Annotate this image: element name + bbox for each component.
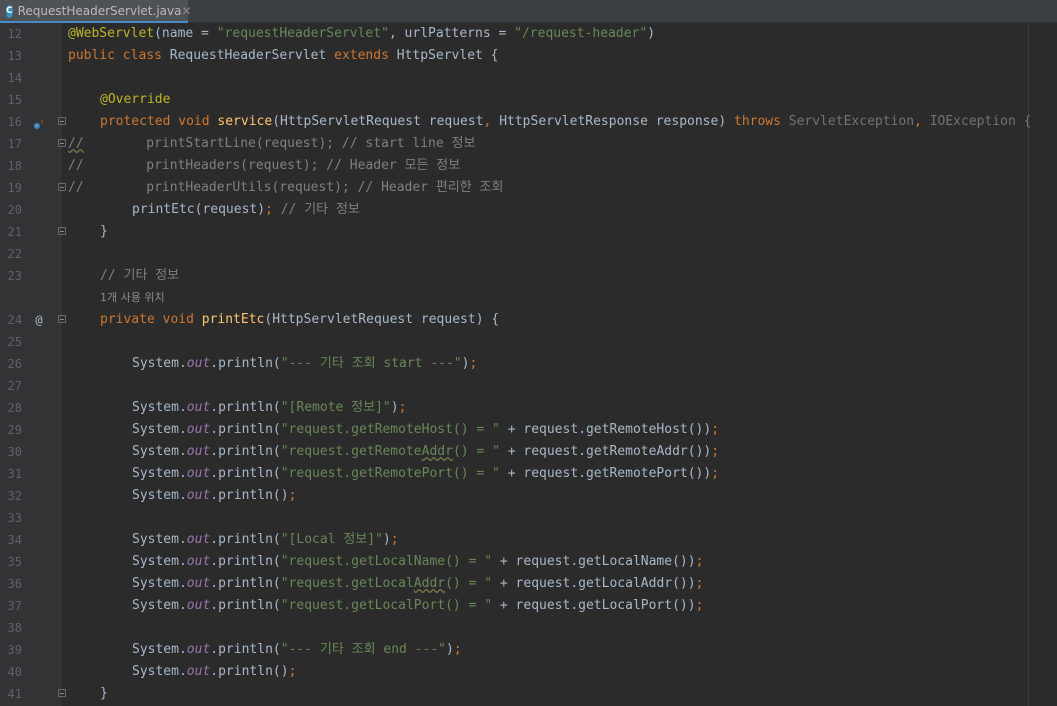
line-number: 15	[7, 93, 22, 107]
code-line[interactable]: 38	[0, 617, 1057, 639]
code-text: // printHeaderUtils(request); // Header …	[68, 180, 504, 195]
line-number: 12	[7, 27, 22, 41]
usages-inlay-hint[interactable]: 1개 사용 위치	[0, 287, 1057, 309]
editor-tab-request-header-servlet[interactable]: C RequestHeaderServlet.java ✕	[0, 0, 192, 23]
code-text: System.out.println("[Remote 정보]");	[132, 400, 407, 415]
code-line[interactable]: 18 // printHeaders(request); // Header 모…	[0, 155, 1057, 177]
line-number: 25	[7, 335, 22, 349]
code-line[interactable]: 39 System.out.println("--- 기타 조회 end ---…	[0, 639, 1057, 661]
line-number: 19	[7, 181, 22, 195]
code-text: printEtc(request); // 기타 정보	[132, 202, 360, 217]
code-text: // printHeaders(request); // Header 모든 정…	[68, 158, 461, 173]
code-line[interactable]: 41 }	[0, 683, 1057, 705]
code-text: System.out.println("request.getRemotePor…	[132, 466, 720, 481]
code-line[interactable]: 37 System.out.println("request.getLocalP…	[0, 595, 1057, 617]
line-number: 37	[7, 599, 22, 613]
code-line[interactable]: 17 // printStartLine(request); // start …	[0, 133, 1057, 155]
code-line[interactable]: 14	[0, 67, 1057, 89]
code-line[interactable]: 19 // printHeaderUtils(request); // Head…	[0, 177, 1057, 199]
line-number: 24	[7, 313, 22, 327]
line-number: 30	[7, 445, 22, 459]
code-text: protected void service(HttpServletReques…	[100, 114, 1032, 129]
code-line[interactable]: 31 System.out.println("request.getRemote…	[0, 463, 1057, 485]
code-text: System.out.println("request.getLocalPort…	[132, 598, 704, 613]
code-text: System.out.println();	[132, 488, 297, 503]
code-text: private void printEtc(HttpServletRequest…	[100, 312, 500, 327]
code-text: System.out.println("request.getRemoteAdd…	[132, 444, 720, 459]
code-line[interactable]: 40 System.out.println();	[0, 661, 1057, 683]
line-number: 33	[7, 511, 22, 525]
code-text: System.out.println("request.getRemoteHos…	[132, 422, 720, 437]
code-text: System.out.println("--- 기타 조회 start ---"…	[132, 356, 478, 371]
line-number: 22	[7, 247, 22, 261]
line-number: 38	[7, 621, 22, 635]
code-text: @WebServlet(name = "requestHeaderServlet…	[68, 26, 656, 41]
usages-hint-text[interactable]: 1개 사용 위치	[100, 287, 165, 309]
code-text: System.out.println("request.getLocalAddr…	[132, 576, 704, 591]
line-number: 28	[7, 401, 22, 415]
code-line[interactable]: 28 System.out.println("[Remote 정보]");	[0, 397, 1057, 419]
line-number: 35	[7, 555, 22, 569]
editor-tab-bar: C RequestHeaderServlet.java ✕	[0, 0, 1057, 23]
line-number: 23	[7, 269, 22, 283]
code-line[interactable]: 24 @ private void printEtc(HttpServletRe…	[0, 309, 1057, 331]
code-text: public class RequestHeaderServlet extend…	[68, 48, 499, 63]
code-line[interactable]: 30 System.out.println("request.getRemote…	[0, 441, 1057, 463]
code-line[interactable]: 21 }	[0, 221, 1057, 243]
fold-marker-icon[interactable]	[58, 227, 66, 235]
code-text: // 기타 정보	[100, 268, 180, 283]
code-line[interactable]: 29 System.out.println("request.getRemote…	[0, 419, 1057, 441]
line-number: 21	[7, 225, 22, 239]
code-line[interactable]: 15 @Override	[0, 89, 1057, 111]
code-line[interactable]: 36 System.out.println("request.getLocalA…	[0, 573, 1057, 595]
code-line[interactable]: 27	[0, 375, 1057, 397]
code-line[interactable]: 22	[0, 243, 1057, 265]
line-number: 27	[7, 379, 22, 393]
line-number: 31	[7, 467, 22, 481]
code-text: System.out.println("request.getLocalName…	[132, 554, 704, 569]
code-line[interactable]: 12 @WebServlet(name = "requestHeaderServ…	[0, 23, 1057, 45]
fold-marker-icon[interactable]	[58, 183, 66, 191]
code-line[interactable]: 23 // 기타 정보	[0, 265, 1057, 287]
code-line[interactable]: 33	[0, 507, 1057, 529]
code-line[interactable]: 25	[0, 331, 1057, 353]
line-number: 13	[7, 49, 22, 63]
tab-label: RequestHeaderServlet.java	[17, 4, 182, 18]
line-number: 14	[7, 71, 22, 85]
code-line[interactable]: 26 System.out.println("--- 기타 조회 start -…	[0, 353, 1057, 375]
at-sign-icon[interactable]: @	[32, 309, 46, 331]
code-line[interactable]: 35 System.out.println("request.getLocalN…	[0, 551, 1057, 573]
line-number: 20	[7, 203, 22, 217]
java-class-icon: C	[6, 4, 13, 18]
fold-marker-icon[interactable]	[58, 315, 66, 323]
line-number: 16	[7, 115, 22, 129]
fold-marker-icon[interactable]	[58, 139, 66, 147]
code-text: }	[100, 224, 108, 239]
fold-marker-icon[interactable]	[58, 689, 66, 697]
line-number: 17	[7, 137, 22, 151]
line-number: 29	[7, 423, 22, 437]
code-text: System.out.println("--- 기타 조회 end ---");	[132, 642, 462, 657]
code-line[interactable]: 20 printEtc(request); // 기타 정보	[0, 199, 1057, 221]
code-text: // printStartLine(request); // start lin…	[68, 136, 476, 151]
code-text: System.out.println("[Local 정보]");	[132, 532, 399, 547]
code-text: }	[100, 686, 108, 701]
line-number: 36	[7, 577, 22, 591]
line-number: 32	[7, 489, 22, 503]
code-text: @Override	[100, 92, 171, 107]
line-number: 18	[7, 159, 22, 173]
code-line[interactable]: 16 ◉↑ protected void service(HttpServlet…	[0, 111, 1057, 133]
code-line[interactable]: 34 System.out.println("[Local 정보]");	[0, 529, 1057, 551]
code-line[interactable]: 13 public class RequestHeaderServlet ext…	[0, 45, 1057, 67]
line-number: 40	[7, 665, 22, 679]
close-icon[interactable]: ✕	[181, 4, 191, 18]
line-number: 26	[7, 357, 22, 371]
code-line[interactable]: 32 System.out.println();	[0, 485, 1057, 507]
fold-marker-icon[interactable]	[58, 117, 66, 125]
line-number: 41	[7, 687, 22, 701]
line-number: 39	[7, 643, 22, 657]
code-text: System.out.println();	[132, 664, 297, 679]
line-number: 34	[7, 533, 22, 547]
